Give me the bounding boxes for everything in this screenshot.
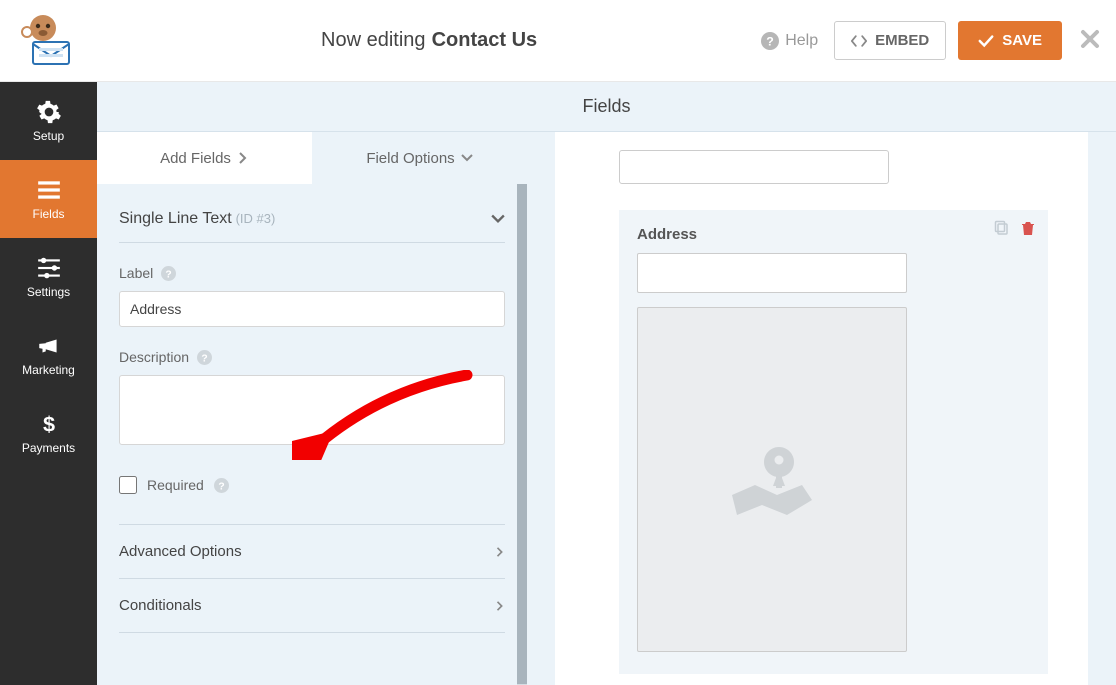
tab-add-fields[interactable]: Add Fields <box>97 132 312 184</box>
required-row: Required ? <box>119 470 505 524</box>
form-name: Contact Us <box>432 29 538 52</box>
field-type-header[interactable]: Single Line Text (ID #3) <box>119 210 505 243</box>
svg-text:?: ? <box>218 481 224 492</box>
gear-icon <box>36 99 62 125</box>
preview-map-placeholder <box>637 307 907 652</box>
help-icon: ? <box>761 32 779 50</box>
options-panel: Add Fields Field Options Single Line Tex… <box>97 132 527 685</box>
required-checkbox[interactable] <box>119 476 137 494</box>
save-button[interactable]: SAVE <box>958 21 1062 60</box>
chevron-right-icon <box>495 547 505 557</box>
help-label: Help <box>785 32 818 50</box>
svg-text:$: $ <box>42 412 54 437</box>
list-icon <box>36 177 62 203</box>
preview-panel: Address Submit <box>555 132 1088 685</box>
preview-field-label: Address <box>637 226 1030 243</box>
preview-address-field[interactable]: Address <box>619 210 1048 674</box>
field-type-name: Single Line Text <box>119 210 232 227</box>
tab-label: Add Fields <box>160 150 231 167</box>
preview-address-input[interactable] <box>637 253 907 293</box>
workarea: Fields Add Fields Field Options <box>97 82 1116 685</box>
tab-field-options[interactable]: Field Options <box>312 132 527 184</box>
duplicate-icon[interactable] <box>994 220 1010 236</box>
scrollbar-thumb[interactable] <box>517 184 527 684</box>
sidebar-item-settings[interactable]: Settings <box>0 238 97 316</box>
page-title: Now editing Contact Us <box>97 29 761 52</box>
conditionals-label: Conditionals <box>119 597 202 614</box>
label-input[interactable] <box>119 291 505 327</box>
svg-text:?: ? <box>766 34 774 48</box>
sidebar: Setup Fields Settings Marketing $ Paymen… <box>0 82 97 685</box>
description-caption: Description <box>119 349 189 365</box>
app-logo <box>0 0 97 82</box>
sidebar-label: Payments <box>22 441 75 455</box>
dollar-icon: $ <box>36 411 62 437</box>
bullhorn-icon <box>36 333 62 359</box>
tab-label: Field Options <box>366 150 454 167</box>
sidebar-label: Fields <box>32 207 64 221</box>
sidebar-item-fields[interactable]: Fields <box>0 160 97 238</box>
sidebar-label: Settings <box>27 285 70 299</box>
columns: Add Fields Field Options Single Line Tex… <box>97 132 1116 685</box>
topbar: Now editing Contact Us ? Help EMBED SAVE <box>0 0 1116 82</box>
svg-text:?: ? <box>201 353 207 364</box>
description-row: Description ? <box>119 349 505 448</box>
sidebar-label: Setup <box>33 129 64 143</box>
embed-label: EMBED <box>875 32 929 49</box>
help-link[interactable]: ? Help <box>761 32 818 50</box>
sidebar-label: Marketing <box>22 363 75 377</box>
sidebar-item-marketing[interactable]: Marketing <box>0 316 97 394</box>
chevron-right-icon <box>237 152 249 164</box>
chevron-down-icon <box>491 212 505 226</box>
code-icon <box>851 34 867 48</box>
conditionals-toggle[interactable]: Conditionals <box>119 578 505 633</box>
save-label: SAVE <box>1002 32 1042 49</box>
map-pin-icon <box>727 440 817 520</box>
help-icon[interactable]: ? <box>214 478 229 493</box>
sidebar-item-payments[interactable]: $ Payments <box>0 394 97 472</box>
required-caption: Required <box>147 477 204 493</box>
field-id-tag: (ID #3) <box>236 211 276 226</box>
preview-input-prev-field[interactable] <box>619 150 889 184</box>
close-icon <box>1080 29 1100 49</box>
options-tabs: Add Fields Field Options <box>97 132 527 184</box>
close-button[interactable] <box>1080 25 1100 56</box>
description-input[interactable] <box>119 375 505 445</box>
sidebar-item-setup[interactable]: Setup <box>0 82 97 160</box>
panel-header: Fields <box>97 82 1116 132</box>
help-icon[interactable]: ? <box>197 350 212 365</box>
help-icon[interactable]: ? <box>161 266 176 281</box>
trash-icon[interactable] <box>1020 220 1036 236</box>
sliders-icon <box>36 255 62 281</box>
main: Setup Fields Settings Marketing $ Paymen… <box>0 82 1116 685</box>
check-icon <box>978 34 994 48</box>
chevron-down-icon <box>461 152 473 164</box>
svg-text:?: ? <box>166 269 172 280</box>
advanced-options-toggle[interactable]: Advanced Options <box>119 524 505 578</box>
label-caption: Label <box>119 265 153 281</box>
embed-button[interactable]: EMBED <box>834 21 946 60</box>
advanced-options-label: Advanced Options <box>119 543 242 560</box>
chevron-right-icon <box>495 601 505 611</box>
label-row: Label ? <box>119 265 505 327</box>
options-body: Single Line Text (ID #3) Label ? <box>97 184 527 643</box>
now-editing-text: Now editing <box>321 29 426 52</box>
